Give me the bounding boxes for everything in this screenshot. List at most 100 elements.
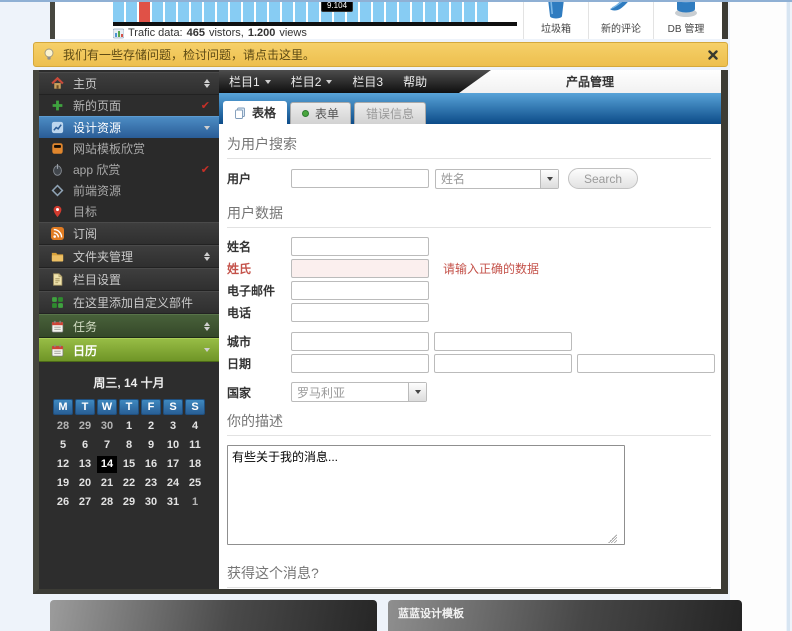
calendar-day[interactable]: 11 (185, 437, 205, 454)
shortcut-db[interactable]: DB 管理 (653, 0, 718, 39)
nav-item-label: 栏目1 (229, 75, 260, 89)
calendar-day[interactable]: 7 (97, 437, 117, 454)
description-textarea[interactable]: 有些关于我的消息... (227, 445, 625, 545)
calendar-day[interactable]: 17 (163, 456, 183, 473)
nav-item-help[interactable]: 帮助 (393, 70, 437, 93)
country-row: 国家 罗马利亚 (227, 382, 711, 402)
sidebar-item-add-widget[interactable]: 在这里添加自定义部件 (39, 291, 219, 314)
tab-error-info[interactable]: 错误信息 (354, 102, 427, 124)
traffic-chart (113, 0, 488, 22)
storage-alert[interactable]: 我们有一些存储问题，检讨问题，请点击这里。 (33, 42, 728, 67)
traffic-bar (360, 0, 371, 22)
calendar-day[interactable]: 2 (141, 418, 161, 435)
description-textarea-wrap: 有些关于我的消息... (227, 445, 625, 545)
calendar-day-selected[interactable]: 14 (97, 456, 117, 473)
calendar-day[interactable]: 26 (53, 494, 73, 511)
sidebar-item-app-showcase[interactable]: app 欣赏 ✔ (39, 159, 219, 180)
nav-item-column1[interactable]: 栏目1 (219, 70, 281, 93)
shortcut-trash[interactable]: 垃圾箱 (523, 0, 588, 39)
phone-input[interactable] (291, 303, 429, 322)
alert-close-button[interactable] (708, 49, 718, 60)
calendar-day[interactable]: 20 (75, 475, 95, 492)
last-name-input[interactable] (291, 259, 429, 278)
traffic-bar (256, 0, 267, 22)
city-input-1[interactable] (291, 332, 429, 351)
search-field-select[interactable]: 姓名 (435, 168, 559, 189)
country-select[interactable]: 罗马利亚 (291, 382, 427, 402)
nav-item-column2[interactable]: 栏目2 (281, 70, 343, 93)
calendar-day[interactable]: 30 (141, 494, 161, 511)
sidebar-item-frontend-resources[interactable]: 前端资源 (39, 180, 219, 201)
user-search-input[interactable] (291, 169, 429, 188)
calendar-day[interactable]: 30 (97, 418, 117, 435)
nav-item-column3[interactable]: 栏目3 (342, 70, 393, 93)
shortcut-db-label: DB 管理 (667, 24, 705, 35)
main-panel: 主页 新的页面 ✔ 设计资源 网站模板欣赏 app 欣赏 ✔ 前端资源 目标 订… (33, 70, 728, 594)
calendar-day[interactable]: 27 (75, 494, 95, 511)
tab-form[interactable]: 表单 (290, 102, 352, 124)
calendar-day[interactable]: 23 (141, 475, 161, 492)
calendar-day[interactable]: 1 (119, 418, 139, 435)
date-input-year[interactable] (577, 354, 715, 373)
shortcut-comments[interactable]: 新的评论 (588, 0, 653, 39)
nav-item-label: 栏目3 (352, 75, 384, 89)
tab-table[interactable]: 表格 (223, 101, 288, 124)
calendar-day[interactable]: 4 (185, 418, 205, 435)
sidebar-item-tasks[interactable]: 任务 (39, 314, 219, 338)
sidebar-item-new-page[interactable]: 新的页面 ✔ (39, 95, 219, 116)
calendar-day[interactable]: 13 (75, 456, 95, 473)
sidebar-item-goals[interactable]: 目标 (39, 201, 219, 222)
traffic-bar (217, 0, 228, 22)
section-title-search: 为用户搜索 (227, 128, 711, 159)
city-input-2[interactable] (434, 332, 572, 351)
calendar-day[interactable]: 19 (53, 475, 73, 492)
calendar-day[interactable]: 10 (163, 437, 183, 454)
calendar-day[interactable]: 1 (185, 494, 205, 511)
calendar-day[interactable]: 25 (185, 475, 205, 492)
sidebar: 主页 新的页面 ✔ 设计资源 网站模板欣赏 app 欣赏 ✔ 前端资源 目标 订… (39, 70, 219, 589)
email-input[interactable] (291, 281, 429, 300)
calendar-day[interactable]: 6 (75, 437, 95, 454)
calendar-day[interactable]: 24 (163, 475, 183, 492)
email-row: 电子邮件 (227, 281, 711, 300)
calendar-day[interactable]: 22 (119, 475, 139, 492)
calendar-day[interactable]: 8 (119, 437, 139, 454)
expand-icon (204, 79, 210, 88)
traffic-panel: 9.104 Trafic data: 465 vistors, 1.200 vi… (50, 0, 728, 39)
calendar-day[interactable]: 28 (97, 494, 117, 511)
first-name-input[interactable] (291, 237, 429, 256)
sidebar-item-calendar[interactable]: 日历 (39, 338, 219, 362)
calendar-day[interactable]: 3 (163, 418, 183, 435)
calendar-day[interactable]: 9 (141, 437, 161, 454)
calendar-day[interactable]: 12 (53, 456, 73, 473)
calendar-day[interactable]: 15 (119, 456, 139, 473)
date-input-month[interactable] (434, 354, 572, 373)
section-title-user-data: 用户数据 (227, 197, 711, 228)
sidebar-item-label: 网站模板欣赏 (73, 142, 146, 156)
calendar-day[interactable]: 16 (141, 456, 161, 473)
calendar-day[interactable]: 29 (119, 494, 139, 511)
sidebar-item-folder-management[interactable]: 文件夹管理 (39, 245, 219, 268)
calendar-day-header: F (141, 399, 161, 415)
sidebar-item-label: 文件夹管理 (73, 250, 134, 264)
traffic-bar (464, 0, 475, 22)
search-button[interactable]: Search (568, 168, 639, 189)
sidebar-item-web-templates[interactable]: 网站模板欣赏 (39, 138, 219, 159)
date-label: 日期 (227, 357, 252, 371)
sidebar-item-label: 主页 (73, 77, 98, 91)
sidebar-item-subscribe[interactable]: 订阅 (39, 222, 219, 245)
date-input-day[interactable] (291, 354, 429, 373)
sidebar-item-label: 目标 (73, 205, 98, 219)
tab-label: 错误信息 (366, 107, 415, 121)
sidebar-item-design-resources[interactable]: 设计资源 (39, 116, 219, 138)
calendar-day[interactable]: 18 (185, 456, 205, 473)
resize-grip-icon[interactable] (608, 534, 617, 543)
calendar-day[interactable]: 29 (75, 418, 95, 435)
sidebar-item-home[interactable]: 主页 (39, 72, 219, 95)
calendar-day[interactable]: 21 (97, 475, 117, 492)
alert-text: 我们有一些存储问题，检讨问题，请点击这里。 (63, 48, 316, 62)
calendar-day[interactable]: 5 (53, 437, 73, 454)
sidebar-item-column-settings[interactable]: 栏目设置 (39, 268, 219, 291)
calendar-day[interactable]: 31 (163, 494, 183, 511)
calendar-day[interactable]: 28 (53, 418, 73, 435)
